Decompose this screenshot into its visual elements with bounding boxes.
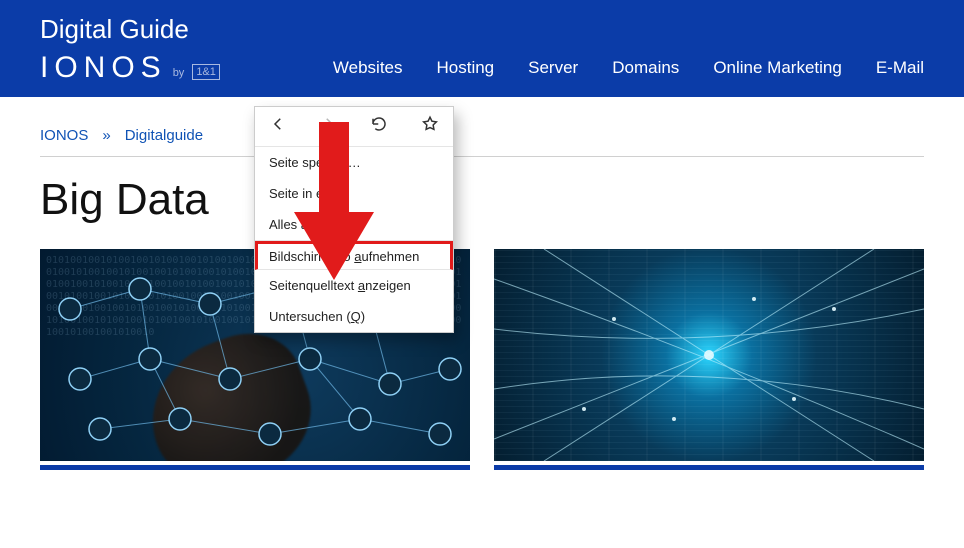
breadcrumb: IONOS » Digitalguide — [40, 97, 924, 157]
red-arrow-annotation — [294, 122, 374, 285]
breadcrumb-digitalguide[interactable]: Digitalguide — [125, 127, 203, 144]
nav-email[interactable]: E-Mail — [876, 58, 924, 78]
article-image-datacenter — [494, 249, 924, 461]
light-network-decor — [494, 249, 924, 461]
article-cards: 0101001001010010010100100101001001010010… — [40, 249, 924, 470]
site-header: Digital Guide IONOS by 1&1 Websites Host… — [0, 0, 964, 97]
back-icon[interactable] — [269, 115, 287, 138]
one-and-one-badge: 1&1 — [192, 64, 220, 80]
bookmark-star-icon[interactable] — [421, 115, 439, 138]
nav-online-marketing[interactable]: Online Marketing — [713, 58, 842, 78]
page-title: Big Data — [40, 175, 924, 225]
logo-group[interactable]: IONOS by 1&1 — [40, 51, 220, 85]
card-accent-line — [494, 465, 924, 470]
ionos-logo: IONOS — [40, 51, 167, 85]
brand-title: Digital Guide — [40, 14, 924, 45]
nav-websites[interactable]: Websites — [333, 58, 403, 78]
by-label: by — [173, 67, 185, 79]
main-nav: Websites Hosting Server Domains Online M… — [333, 58, 924, 78]
breadcrumb-separator: » — [102, 127, 110, 144]
nav-server[interactable]: Server — [528, 58, 578, 78]
article-card[interactable] — [494, 249, 924, 470]
ctx-inspect[interactable]: Untersuchen (Q) — [255, 301, 453, 332]
breadcrumb-ionos[interactable]: IONOS — [40, 127, 88, 144]
card-accent-line — [40, 465, 470, 470]
nav-hosting[interactable]: Hosting — [437, 58, 495, 78]
nav-domains[interactable]: Domains — [612, 58, 679, 78]
